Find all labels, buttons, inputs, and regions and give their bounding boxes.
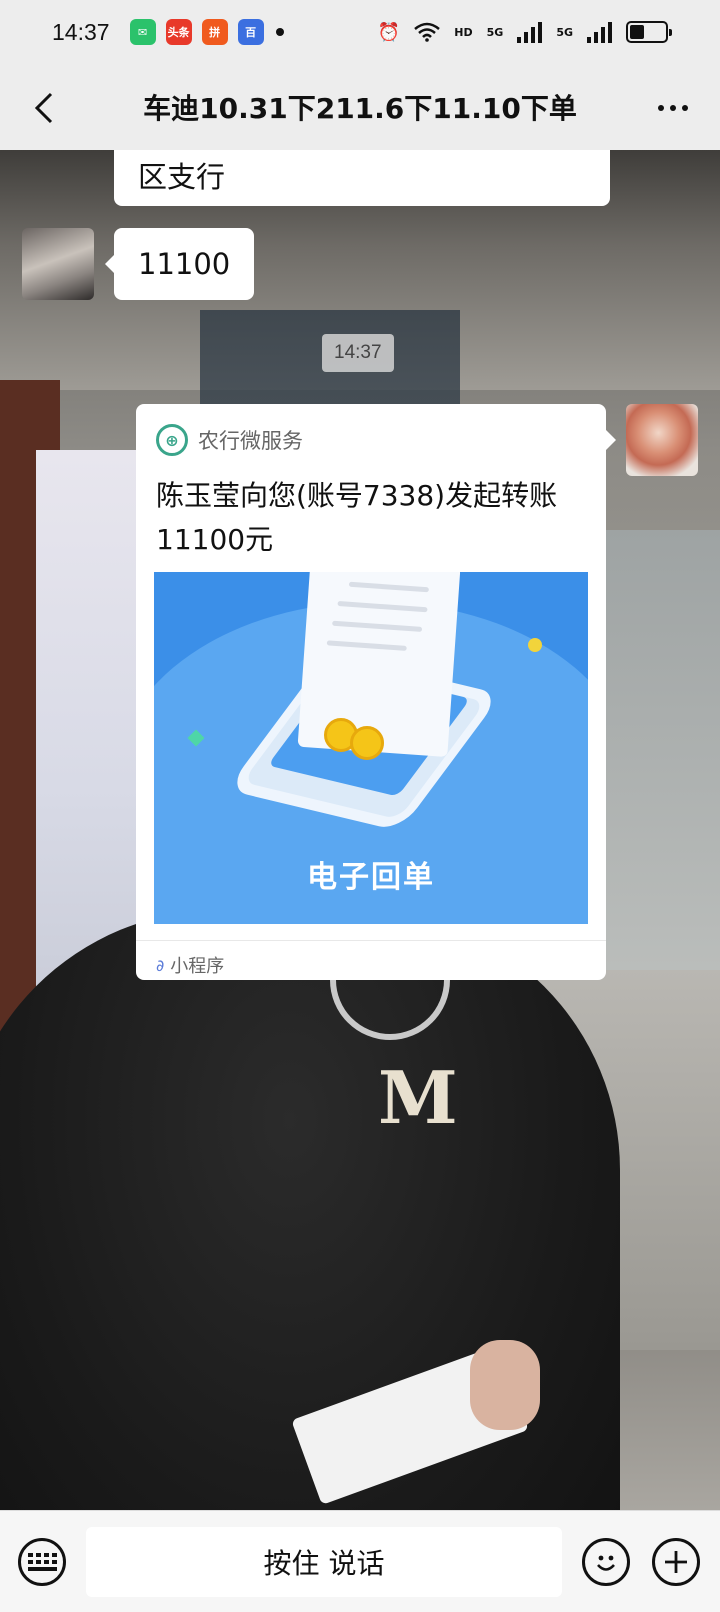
- message-text: 11100: [138, 247, 231, 281]
- battery-icon: [626, 21, 672, 43]
- keyboard-button[interactable]: [18, 1538, 66, 1586]
- signal-bars-2: [587, 21, 612, 43]
- receipt-line: [332, 620, 423, 632]
- my-avatar[interactable]: [626, 404, 698, 476]
- sender-avatar[interactable]: [22, 228, 94, 300]
- background-shirt-logo: M: [378, 1055, 458, 1140]
- message-bubble-partial[interactable]: 区支行: [114, 150, 610, 206]
- chat-header: 车迪10.31下211.6下11.10下单: [0, 64, 720, 150]
- background-banner: [36, 450, 136, 1010]
- message-text: 区支行: [138, 160, 226, 194]
- pinduoduo-icon: 拼: [201, 19, 228, 45]
- battery-level: [630, 25, 644, 39]
- more-dot: [682, 105, 688, 111]
- card-source-name: 农行微服务: [198, 429, 303, 453]
- illustration-dot: [528, 638, 542, 652]
- hd-badge: HD: [454, 25, 473, 39]
- mini-program-label: 小程序: [170, 956, 225, 977]
- mini-program-card[interactable]: ⊕ 农行微服务 陈玉莹向您(账号7338)发起转账11100元 电子回单 ∂ 小…: [136, 404, 616, 980]
- receipt-line: [348, 581, 429, 593]
- receipt-line: [326, 640, 407, 651]
- back-button[interactable]: [22, 86, 66, 130]
- status-app-icons: ✉ 头条拼百: [129, 19, 264, 45]
- signal-bars-1: [517, 21, 543, 43]
- receipt-illustration: 电子回单: [154, 572, 588, 924]
- receipt-paper-illustration: [297, 572, 461, 758]
- baidu-icon: 百: [237, 19, 264, 45]
- background-hand: [470, 1340, 540, 1430]
- chevron-left-icon: [34, 92, 53, 124]
- more-dot: [670, 105, 676, 111]
- more-dot: [658, 105, 664, 111]
- message-timestamp: 14:37: [322, 334, 394, 372]
- status-time: 14:37: [52, 18, 110, 45]
- status-bar: 14:37 ✉ 头条拼百 ⏰ HD 5G 5G: [0, 0, 720, 64]
- status-indicators: ⏰ HD 5G 5G: [377, 21, 672, 43]
- signal-label-1: 5G: [486, 25, 504, 39]
- input-bar: 按住 说话: [0, 1510, 720, 1612]
- add-button[interactable]: [652, 1538, 700, 1586]
- toutiao-icon: 头条: [165, 19, 192, 45]
- signal-label-2: 5G: [556, 25, 573, 39]
- mini-program-icon: ∂: [156, 955, 165, 975]
- coin-icon: [350, 726, 384, 760]
- message-bubble-amount[interactable]: 11100: [104, 228, 255, 300]
- notification-dot: [275, 28, 284, 36]
- card-header: ⊕ 农行微服务: [156, 424, 303, 456]
- receipt-line: [337, 600, 428, 613]
- more-button[interactable]: [648, 86, 698, 130]
- wechat-icon: ✉: [129, 19, 156, 45]
- abc-bank-logo-icon: ⊕: [156, 424, 188, 456]
- hold-to-talk-button[interactable]: 按住 说话: [86, 1527, 562, 1597]
- card-footer: ∂ 小程序: [156, 952, 224, 978]
- emoji-button[interactable]: [582, 1538, 630, 1586]
- smile-icon: [597, 1555, 615, 1571]
- keyboard-icon: [27, 1553, 57, 1571]
- wifi-icon: [414, 22, 441, 42]
- plus-icon: [665, 1551, 687, 1573]
- card-divider: [136, 940, 606, 941]
- card-message-text: 陈玉莹向您(账号7338)发起转账11100元: [156, 479, 558, 556]
- alarm-icon: ⏰: [377, 21, 401, 43]
- illustration-caption: 电子回单: [307, 860, 435, 895]
- chat-title: 车迪10.31下211.6下11.10下单: [143, 92, 577, 125]
